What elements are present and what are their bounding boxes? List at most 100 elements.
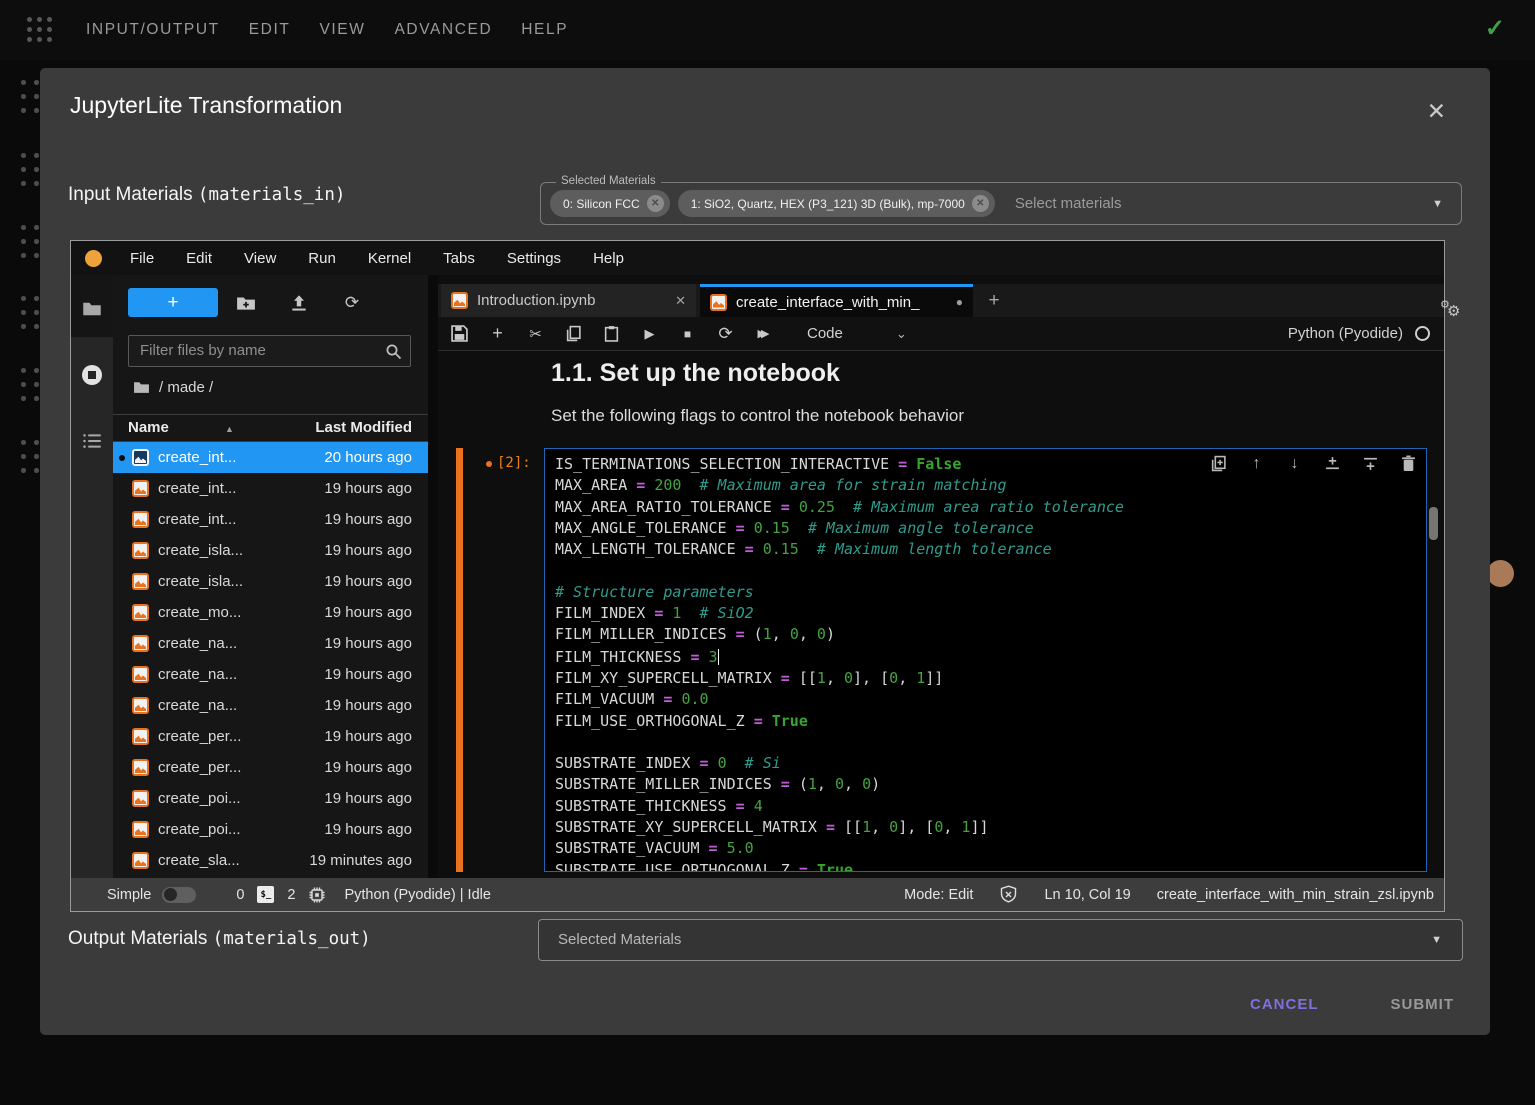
code-line: SUBSTRATE_VACUUM = 5.0 [555,838,1426,859]
app-menu-item[interactable]: HELP [521,21,568,39]
output-materials-label-code: (materials_out) [213,929,371,949]
running-kernels-tab-icon[interactable] [82,365,102,385]
kernel-status-text[interactable]: Python (Pyodide) | Idle [344,887,490,903]
cell-toolbar: ↑ ↓ [1210,455,1417,472]
run-cell-icon[interactable]: ▶ [641,325,658,342]
cursor-position[interactable]: Ln 10, Col 19 [1044,887,1130,903]
new-tab-button[interactable]: + [980,284,1008,317]
terminal-count[interactable]: 0 [236,887,244,903]
tab-create-interface[interactable]: create_interface_with_min_ ● [700,284,973,317]
notebook-scrollbar-thumb[interactable] [1429,507,1438,540]
selected-materials-field[interactable]: Selected Materials 0: Silicon FCC✕1: SiO… [540,182,1462,225]
move-cell-down-icon[interactable]: ↓ [1286,455,1303,472]
restart-kernel-icon[interactable]: ⟳ [717,325,734,342]
file-row[interactable]: create_isla...19 hours ago [113,535,428,566]
material-chip[interactable]: 1: SiO2, Quartz, HEX (P3_121) 3D (Bulk),… [678,190,995,217]
save-icon[interactable] [451,325,468,342]
jupyter-menu-item[interactable]: Kernel [352,250,427,267]
file-row[interactable]: create_int...20 hours ago [113,442,428,473]
jupyter-menu-item[interactable]: Help [577,250,640,267]
new-launcher-button[interactable]: + [128,288,218,317]
file-modified-time: 19 hours ago [324,535,412,566]
folder-icon [133,379,150,396]
insert-cell-below-icon[interactable] [1362,455,1379,472]
new-folder-icon[interactable] [236,293,256,313]
cut-cells-icon[interactable]: ✂ [527,325,544,342]
simple-mode-toggle[interactable] [162,887,196,903]
panel-split-handle[interactable] [428,275,438,878]
dialog-close-icon[interactable]: ✕ [1427,98,1446,125]
tab-close-icon[interactable]: ✕ [675,293,686,309]
file-row[interactable]: create_per...19 hours ago [113,721,428,752]
kernel-name[interactable]: Python (Pyodide) [1288,325,1403,342]
file-row[interactable]: create_poi...19 hours ago [113,814,428,845]
column-name[interactable]: Name [128,415,169,441]
jupyter-menu-item[interactable]: Tabs [427,250,491,267]
code-line: SUBSTRATE_THICKNESS = 4 [555,796,1426,817]
code-line: FILM_MILLER_INDICES = (1, 0, 0) [555,624,1426,645]
chip-remove-icon[interactable]: ✕ [647,195,664,212]
status-bar-right: Mode: Edit Ln 10, Col 19 create_interfac… [904,885,1434,904]
file-row[interactable]: create_na...19 hours ago [113,690,428,721]
chip-remove-icon[interactable]: ✕ [972,195,989,212]
table-of-contents-tab-icon[interactable] [82,431,102,451]
submit-button[interactable]: SUBMIT [1381,988,1465,1021]
file-browser-tab-icon[interactable] [82,299,102,319]
insert-cell-above-icon[interactable] [1324,455,1341,472]
jupyter-menu-item[interactable]: Settings [491,250,577,267]
file-list-header[interactable]: Name ▲ Last Modified [113,414,428,442]
file-row[interactable]: create_na...19 hours ago [113,628,428,659]
jupyter-menu-item[interactable]: Edit [170,250,228,267]
file-row[interactable]: create_sla...19 minutes ago [113,845,428,876]
app-menu-item[interactable]: VIEW [319,21,365,39]
input-materials-label-text: Input Materials [68,184,198,205]
file-row[interactable]: create_poi...19 hours ago [113,783,428,814]
breadcrumb[interactable]: / made / [133,379,213,396]
kernel-count[interactable]: 2 [287,887,295,903]
cell-type-select[interactable]: Code [807,325,843,342]
dialog-actions: CANCEL SUBMIT [1240,988,1464,1021]
code-cell-editor[interactable]: IS_TERMINATIONS_SELECTION_INTERACTIVE = … [544,448,1427,872]
jupyter-menu-item[interactable]: File [114,250,170,267]
markdown-paragraph: Set the following flags to control the n… [551,406,964,426]
jupyter-menu-item[interactable]: Run [292,250,352,267]
output-materials-select[interactable]: Selected Materials ▼ [538,919,1463,961]
text-cursor [718,649,719,665]
file-row[interactable]: create_mo...19 hours ago [113,597,428,628]
filter-files-input[interactable]: Filter files by name [128,335,411,367]
active-cell-collapser[interactable] [456,448,463,872]
add-cell-icon[interactable]: + [489,325,506,342]
tab-introduction[interactable]: Introduction.ipynb ✕ [441,284,696,317]
duplicate-cell-icon[interactable] [1210,455,1227,472]
cancel-button[interactable]: CANCEL [1240,988,1329,1021]
terminal-icon: $_ [257,886,274,903]
cell-execution-prompt: [2]: [497,455,531,471]
chevron-down-icon[interactable]: ⌄ [896,326,907,342]
file-row[interactable]: create_per...19 hours ago [113,752,428,783]
paste-cells-icon[interactable] [603,325,620,342]
file-row[interactable]: create_isla...19 hours ago [113,566,428,597]
file-row[interactable]: create_na...19 hours ago [113,659,428,690]
saved-check-icon: ✓ [1485,14,1505,43]
material-chip[interactable]: 0: Silicon FCC✕ [550,190,670,217]
file-row[interactable]: create_int...19 hours ago [113,473,428,504]
refresh-icon[interactable]: ⟳ [342,293,362,313]
shield-x-icon [999,885,1018,904]
restart-run-all-icon[interactable]: ▶▶ [755,325,772,342]
output-select-label: Selected Materials [558,920,681,960]
stop-kernel-icon[interactable]: ■ [679,325,696,342]
file-name: create_per... [158,752,241,783]
copy-cells-icon[interactable] [565,325,582,342]
file-row[interactable]: create_int...19 hours ago [113,504,428,535]
app-menu-item[interactable]: EDIT [249,21,291,39]
transformation-settings-icon[interactable]: ⚙⚙ [1440,298,1464,320]
chevron-down-icon[interactable]: ▼ [1432,198,1443,210]
upload-icon[interactable] [289,293,309,313]
app-menu-item[interactable]: INPUT/OUTPUT [86,21,220,39]
column-last-modified[interactable]: Last Modified [315,415,412,441]
jupyter-menu-item[interactable]: View [228,250,292,267]
delete-cell-icon[interactable] [1400,455,1417,472]
app-menu-item[interactable]: ADVANCED [394,21,492,39]
move-cell-up-icon[interactable]: ↑ [1248,455,1265,472]
editor-mode[interactable]: Mode: Edit [904,887,973,903]
